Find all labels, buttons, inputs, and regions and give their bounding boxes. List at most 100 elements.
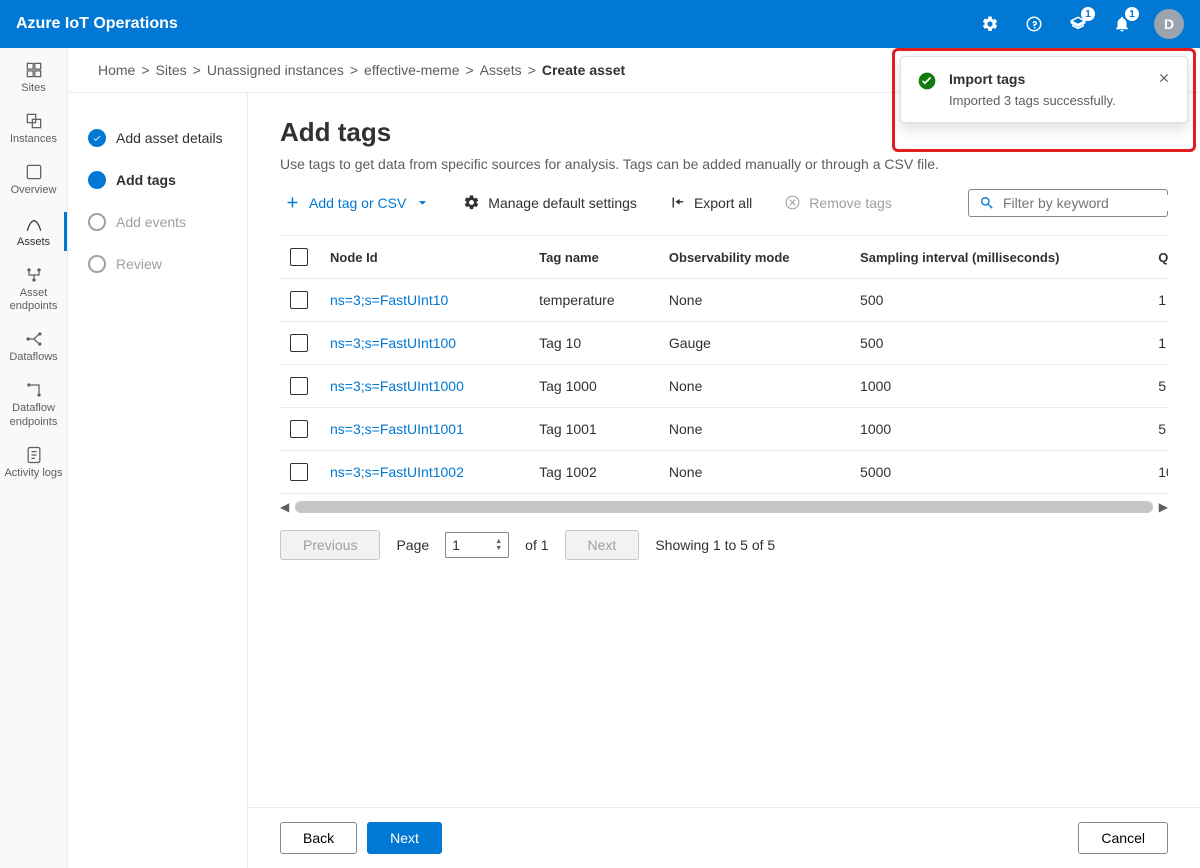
breadcrumb-link[interactable]: effective-meme [364,62,459,78]
toolbar: Add tag or CSV Manage default settings E… [280,188,1168,217]
sidebar-item-dataflows[interactable]: Dataflows [0,321,67,372]
page-description: Use tags to get data from specific sourc… [280,156,1168,172]
cell-tag-name: Tag 1001 [529,408,659,451]
cell-obs: None [659,408,850,451]
cell-qu: 10 [1148,451,1168,494]
horizontal-scrollbar[interactable]: ◀ ▶ [280,500,1168,514]
sidebar-item-assets[interactable]: Assets [0,206,67,257]
close-icon[interactable] [1157,71,1171,85]
col-node-id[interactable]: Node Id [320,236,529,279]
remove-tags-button: Remove tags [780,188,895,217]
table-row: ns=3;s=FastUInt100Tag 10Gauge5001 [280,322,1168,365]
cell-sampling: 5000 [850,451,1148,494]
sidebar-item-asset-endpoints[interactable]: Asset endpoints [0,257,67,321]
user-avatar[interactable]: D [1154,9,1184,39]
cell-sampling: 500 [850,322,1148,365]
cell-sampling: 1000 [850,408,1148,451]
app-title: Azure IoT Operations [16,15,970,33]
search-icon [979,195,995,211]
row-checkbox[interactable] [290,377,308,395]
feedback-button[interactable]: 1 [1058,4,1098,44]
sidebar-label: Dataflows [9,351,57,364]
scroll-right-arrow[interactable]: ▶ [1159,500,1168,514]
table-row: ns=3;s=FastUInt1002Tag 1002None500010 [280,451,1168,494]
sidebar-label: Overview [11,184,57,197]
node-id-link[interactable]: ns=3;s=FastUInt100 [330,335,456,351]
active-bullet-icon [88,171,106,189]
wizard-label: Review [116,256,162,272]
breadcrumb-link[interactable]: Sites [156,62,187,78]
sidebar-item-overview[interactable]: Overview [0,154,67,205]
cell-sampling: 500 [850,279,1148,322]
notifications-button[interactable]: 1 [1102,4,1142,44]
chevron-down-icon [414,194,431,211]
sidebar-label: Asset endpoints [4,287,63,313]
add-tag-button[interactable]: Add tag or CSV [280,188,435,217]
sidebar-item-dataflow-endpoints[interactable]: Dataflow endpoints [0,372,67,436]
scroll-left-arrow[interactable]: ◀ [280,500,289,514]
select-all-checkbox[interactable] [290,248,308,266]
wizard-step-review[interactable]: Review [80,243,235,285]
table-row: ns=3;s=FastUInt1001Tag 1001None10005 [280,408,1168,451]
breadcrumb-link[interactable]: Unassigned instances [207,62,344,78]
activity-logs-icon [24,445,44,465]
plus-icon [284,194,301,211]
remove-icon [784,194,801,211]
node-id-link[interactable]: ns=3;s=FastUInt1002 [330,464,464,480]
page-number-input[interactable]: 1 ▲▼ [445,532,509,558]
breadcrumb-link[interactable]: Assets [480,62,522,78]
node-id-link[interactable]: ns=3;s=FastUInt1000 [330,378,464,394]
settings-button[interactable] [970,4,1010,44]
sidebar-item-activity-logs[interactable]: Activity logs [0,437,67,488]
wizard-step-events[interactable]: Add events [80,201,235,243]
breadcrumb-link[interactable]: Home [98,62,135,78]
dataflow-endpoints-icon [24,380,44,400]
asset-endpoints-icon [24,265,44,285]
previous-page-button: Previous [280,530,380,560]
filter-input-wrapper[interactable] [968,189,1168,217]
pending-bullet-icon [88,213,106,231]
assets-icon [24,214,44,234]
dataflows-icon [24,329,44,349]
scroll-track[interactable] [295,501,1153,513]
row-checkbox[interactable] [290,463,308,481]
check-icon [88,129,106,147]
showing-label: Showing 1 to 5 of 5 [655,537,775,553]
success-icon [917,71,937,91]
node-id-link[interactable]: ns=3;s=FastUInt1001 [330,421,464,437]
row-checkbox[interactable] [290,420,308,438]
page-label: Page [396,537,429,553]
col-tag-name[interactable]: Tag name [529,236,659,279]
left-nav: Sites Instances Overview Assets Asset en… [0,48,68,868]
header-actions: 1 1 D [970,4,1184,44]
export-icon [669,194,686,211]
feedback-badge: 1 [1081,7,1095,21]
next-page-button: Next [565,530,640,560]
tags-table: Node Id Tag name Observability mode Samp… [280,236,1168,494]
node-id-link[interactable]: ns=3;s=FastUInt10 [330,292,448,308]
toast-message: Imported 3 tags successfully. [949,93,1145,108]
col-obs-mode[interactable]: Observability mode [659,236,850,279]
page-stepper[interactable]: ▲▼ [495,538,502,552]
cell-qu: 5 [1148,365,1168,408]
row-checkbox[interactable] [290,291,308,309]
row-checkbox[interactable] [290,334,308,352]
help-button[interactable] [1014,4,1054,44]
wizard-label: Add events [116,214,186,230]
sidebar-item-instances[interactable]: Instances [0,103,67,154]
col-qu[interactable]: Qu [1148,236,1168,279]
col-sampling[interactable]: Sampling interval (milliseconds) [850,236,1148,279]
wizard-step-details[interactable]: Add asset details [80,117,235,159]
back-button[interactable]: Back [280,822,357,854]
sidebar-item-sites[interactable]: Sites [0,52,67,103]
cancel-button[interactable]: Cancel [1078,822,1168,854]
manage-defaults-button[interactable]: Manage default settings [459,188,641,217]
cell-tag-name: temperature [529,279,659,322]
next-button[interactable]: Next [367,822,442,854]
wizard-step-tags[interactable]: Add tags [80,159,235,201]
cell-qu: 1 [1148,322,1168,365]
sidebar-label: Sites [21,82,45,95]
export-all-button[interactable]: Export all [665,188,756,217]
filter-input[interactable] [1003,195,1184,211]
instances-icon [24,111,44,131]
